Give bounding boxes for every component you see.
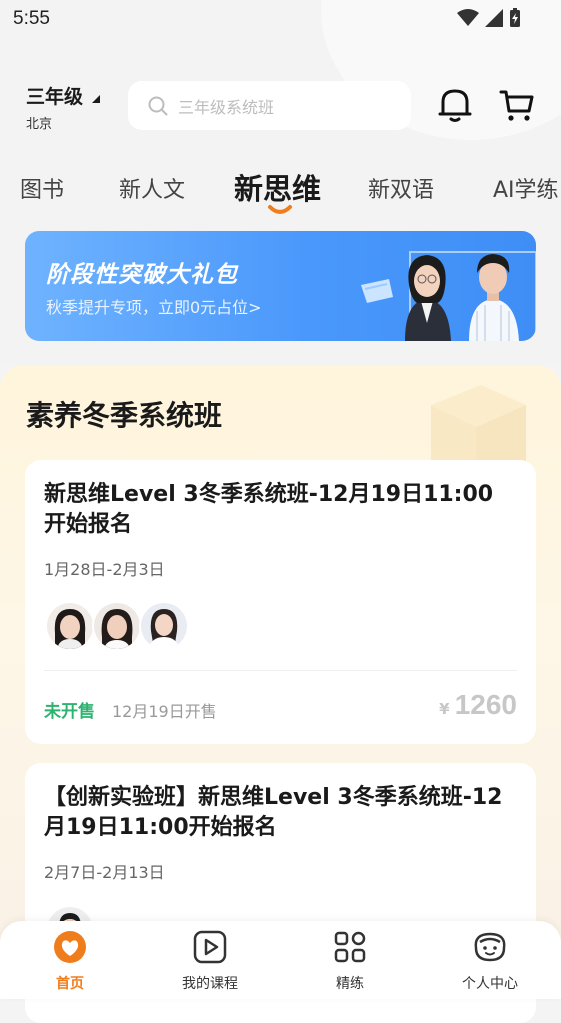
cart-icon[interactable] bbox=[499, 87, 535, 123]
nav-my-courses-label: 我的课程 bbox=[182, 976, 238, 992]
course-section: 素养冬季系统班 新思维Level 3冬季系统班-12月19日11:00开始报名 … bbox=[0, 365, 561, 1023]
active-tab-indicator bbox=[268, 205, 292, 214]
grade-city: 北京 bbox=[26, 117, 53, 132]
avatar bbox=[45, 601, 95, 651]
status-time: 5:55 bbox=[13, 8, 50, 29]
course-card[interactable]: 新思维Level 3冬季系统班-12月19日11:00开始报名 1月28日-2月… bbox=[25, 460, 536, 744]
status-bar: 5:55 bbox=[0, 0, 561, 40]
wifi-icon bbox=[457, 9, 479, 26]
nav-home[interactable]: 首页 bbox=[0, 929, 140, 993]
bell-icon[interactable] bbox=[438, 87, 472, 123]
tab-books[interactable]: 图书 bbox=[20, 172, 64, 204]
card-divider bbox=[44, 670, 517, 671]
grade-name: 三年级 bbox=[26, 86, 84, 108]
sale-status: 未开售 bbox=[44, 702, 95, 722]
nav-practice[interactable]: 精练 bbox=[280, 929, 420, 993]
banner-teacher-man bbox=[469, 254, 519, 341]
course-date: 1月28日-2月3日 bbox=[44, 560, 165, 579]
battery-icon bbox=[510, 8, 520, 27]
nav-profile-label: 个人中心 bbox=[462, 976, 518, 992]
category-tabs: 图书 新人文 新思维 新双语 AI学练 bbox=[0, 164, 561, 222]
banner-paper-icon bbox=[361, 279, 393, 303]
nav-profile[interactable]: 个人中心 bbox=[420, 929, 560, 993]
avatar bbox=[139, 601, 189, 651]
tab-humanities[interactable]: 新人文 bbox=[119, 172, 185, 204]
nav-home-label: 首页 bbox=[56, 976, 84, 992]
banner-title: 阶段性突破大礼包 bbox=[46, 262, 238, 288]
tab-bilingual[interactable]: 新双语 bbox=[368, 172, 434, 204]
banner-subtitle: 秋季提升专项，立即0元占位> bbox=[46, 298, 262, 317]
grid-icon bbox=[334, 931, 366, 963]
banner-teacher-woman bbox=[405, 255, 451, 341]
currency-symbol: ¥ bbox=[439, 700, 450, 718]
sale-start-time: 12月19日开售 bbox=[112, 702, 217, 721]
price-amount: 1260 bbox=[454, 689, 517, 720]
tab-thinking[interactable]: 新思维 bbox=[234, 166, 321, 208]
grade-selector[interactable]: 三年级 北京 bbox=[26, 82, 101, 132]
search-placeholder: 三年级系统班 bbox=[178, 97, 275, 117]
status-icons bbox=[457, 8, 521, 28]
price: ¥ 1260 bbox=[439, 689, 517, 721]
search-icon bbox=[148, 96, 168, 115]
bottom-navigation: 首页 我的课程 精练 个人中心 bbox=[0, 921, 561, 999]
caret-icon bbox=[92, 94, 101, 103]
course-title: 新思维Level 3冬季系统班-12月19日11:00开始报名 bbox=[44, 482, 494, 537]
course-title: 【创新实验班】新思维Level 3冬季系统班-12月19日11:00开始报名 bbox=[44, 785, 503, 840]
signal-icon bbox=[485, 9, 503, 27]
profile-icon bbox=[474, 932, 506, 962]
tab-ai-practice[interactable]: AI学练 bbox=[493, 172, 559, 204]
nav-practice-label: 精练 bbox=[336, 976, 364, 992]
nav-my-courses[interactable]: 我的课程 bbox=[140, 929, 280, 993]
avatar bbox=[92, 601, 142, 651]
header: 三年级 北京 三年级系统班 bbox=[0, 78, 561, 134]
section-title: 素养冬季系统班 bbox=[26, 399, 223, 432]
promo-banner[interactable]: 阶段性突破大礼包 秋季提升专项，立即0元占位> bbox=[25, 231, 536, 341]
search-input[interactable]: 三年级系统班 bbox=[128, 81, 411, 130]
play-icon bbox=[193, 930, 227, 964]
home-icon bbox=[54, 931, 86, 963]
course-date: 2月7日-2月13日 bbox=[44, 863, 165, 882]
